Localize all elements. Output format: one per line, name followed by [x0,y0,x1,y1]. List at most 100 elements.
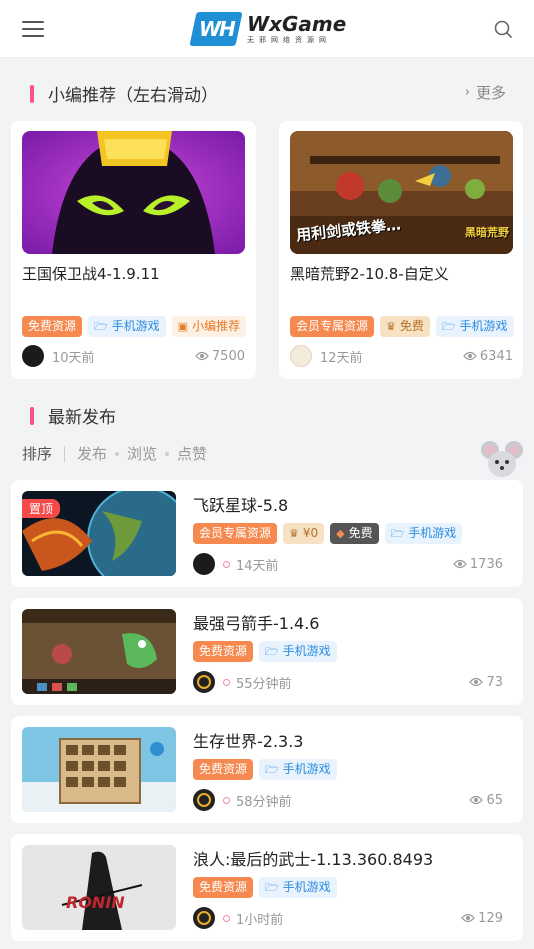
eye-icon [453,559,467,569]
avatar[interactable] [22,345,44,367]
sort-by-views[interactable]: 浏览 [127,443,157,464]
tag-mobile-game[interactable]: 🗁 手机游戏 [259,877,337,898]
dot-separator [165,451,170,456]
featured-title-text: 小编推荐（左右滑动） [48,86,218,106]
view-count: 65 [469,793,503,808]
post-meta: 1小时前 129 [193,907,503,929]
view-count: 1736 [453,557,503,572]
post-time: 10天前 [52,350,95,366]
logo-tagline: 无邪网络资源网 [247,36,331,44]
tag-free-resource[interactable]: 免费资源 [193,641,254,662]
tag-price[interactable]: ♛ 免费 [380,316,430,337]
view-count: 73 [469,675,503,690]
pinned-badge: 置顶 [22,499,61,518]
post-time: 14天前 [236,558,279,574]
tag-mobile-game[interactable]: 🗁 手机游戏 [259,641,337,662]
search-icon[interactable] [494,20,512,38]
game-logo-text: 黑暗荒野 [465,226,509,239]
diamond-icon: ◆ [336,527,345,540]
tag-mobile-game[interactable]: 🗁 手机游戏 [259,759,337,780]
site-logo[interactable]: WH WxGame 无邪网络资源网 [189,11,346,47]
menu-icon[interactable] [22,21,44,39]
post-card[interactable]: 置顶 飞跃星球-5.8 会员专属资源 ♛ ¥0 ◆ 免费 🗁 手机游戏 14天前 17… [11,480,523,587]
post-title[interactable]: 生存世界-2.3.3 [193,728,304,752]
post-card[interactable]: RONIN 浪人:最后的武士-1.13.360.8493 免费资源 🗁 手机游戏 … [11,834,523,941]
tag-free-dark[interactable]: ◆ 免费 [330,523,379,544]
more-link[interactable]: › 更多 [465,82,506,103]
post-title[interactable]: 飞跃星球-5.8 [193,492,288,516]
tag-mobile-game[interactable]: 🗁 手机游戏 [88,316,166,337]
tag-list: 免费资源 🗁 手机游戏 ▣ 小编推荐 [22,316,247,337]
featured-section-title: 小编推荐（左右滑动） [30,81,218,106]
featured-card[interactable]: 用利剑或铁拳… 黑暗荒野 黑暗荒野2-10.8-自定义 会员专属资源 ♛ 免费 🗁… [279,121,523,379]
tag-member-only[interactable]: 会员专属资源 [290,316,375,337]
post-time: 58分钟前 [236,794,292,810]
tag-list: 免费资源 🗁 手机游戏 [193,641,337,662]
clock-icon [223,678,230,686]
post-time: 12天前 [320,350,363,366]
tag-editor-pick[interactable]: ▣ 小编推荐 [171,316,247,337]
post-time: 55分钟前 [236,676,292,692]
post-card[interactable]: 最强弓箭手-1.4.6 免费资源 🗁 手机游戏 55分钟前 73 [11,598,523,705]
post-meta: 14天前 1736 [193,553,503,575]
game-title[interactable]: 黑暗荒野2-10.8-自定义 [290,263,449,284]
sort-bar: 排序 发布 浏览 点赞 [22,443,207,464]
avatar[interactable] [193,907,215,929]
game-thumbnail[interactable]: 置顶 [22,491,176,576]
sort-by-publish[interactable]: 发布 [77,443,107,464]
box-icon: ▣ [177,320,189,333]
clock-icon [223,560,230,568]
eye-icon [461,913,475,923]
game-thumbnail[interactable]: 用利剑或铁拳… 黑暗荒野 [290,131,513,254]
game-title[interactable]: 王国保卫战4-1.9.11 [22,263,160,284]
game-thumbnail[interactable] [22,131,245,254]
logo-mark: WH [189,12,243,46]
avatar[interactable] [193,553,215,575]
view-count: 6341 [463,349,513,364]
post-card[interactable]: 生存世界-2.3.3 免费资源 🗁 手机游戏 58分钟前 65 [11,716,523,823]
latest-title-text: 最新发布 [48,408,116,428]
clock-icon [223,796,230,804]
sort-by-likes[interactable]: 点赞 [177,443,207,464]
tag-price[interactable]: ♛ ¥0 [283,523,325,544]
view-count: 7500 [195,349,245,364]
tag-mobile-game[interactable]: 🗁 手机游戏 [384,523,463,544]
view-count: 129 [461,911,503,926]
eye-icon [195,351,209,361]
avatar[interactable] [193,789,215,811]
divider [64,445,66,462]
crown-icon: ♛ [289,527,299,540]
featured-card[interactable]: 王国保卫战4-1.9.11 免费资源 🗁 手机游戏 ▣ 小编推荐 10天前 7500 [11,121,256,379]
post-title[interactable]: 最强弓箭手-1.4.6 [193,610,320,634]
title-accent-bar [30,406,34,425]
folder-icon: 🗁 [94,320,108,333]
tag-member-only[interactable]: 会员专属资源 [193,523,278,544]
title-accent-bar [30,84,34,103]
top-header: WH WxGame 无邪网络资源网 [0,0,534,58]
post-meta: 58分钟前 65 [193,789,503,811]
eye-icon [463,351,477,361]
card-meta: 12天前 6341 [290,345,513,367]
game-logo-text: RONIN [66,893,125,912]
clock-icon [223,914,230,922]
tag-free-resource[interactable]: 免费资源 [193,877,254,898]
post-meta: 55分钟前 73 [193,671,503,693]
avatar[interactable] [290,345,312,367]
card-meta: 10天前 7500 [22,345,245,367]
game-thumbnail[interactable] [22,727,176,812]
tag-mobile-game[interactable]: 🗁 手机游戏 [435,316,514,337]
post-title[interactable]: 浪人:最后的武士-1.13.360.8493 [193,846,433,870]
post-time: 1小时前 [236,912,284,928]
avatar[interactable] [193,671,215,693]
tag-list: 免费资源 🗁 手机游戏 [193,877,337,898]
tag-free-resource[interactable]: 免费资源 [193,759,254,780]
tag-list: 会员专属资源 ♛ ¥0 ◆ 免费 🗁 手机游戏 [193,523,463,544]
tag-list: 免费资源 🗁 手机游戏 [193,759,337,780]
game-thumbnail[interactable]: RONIN [22,845,176,930]
latest-section-title: 最新发布 [30,403,116,428]
folder-icon: 🗁 [390,527,405,540]
crown-icon: ♛ [386,320,396,333]
game-thumbnail[interactable] [22,609,176,694]
folder-icon: 🗁 [441,320,456,333]
tag-free-resource[interactable]: 免费资源 [22,316,83,337]
